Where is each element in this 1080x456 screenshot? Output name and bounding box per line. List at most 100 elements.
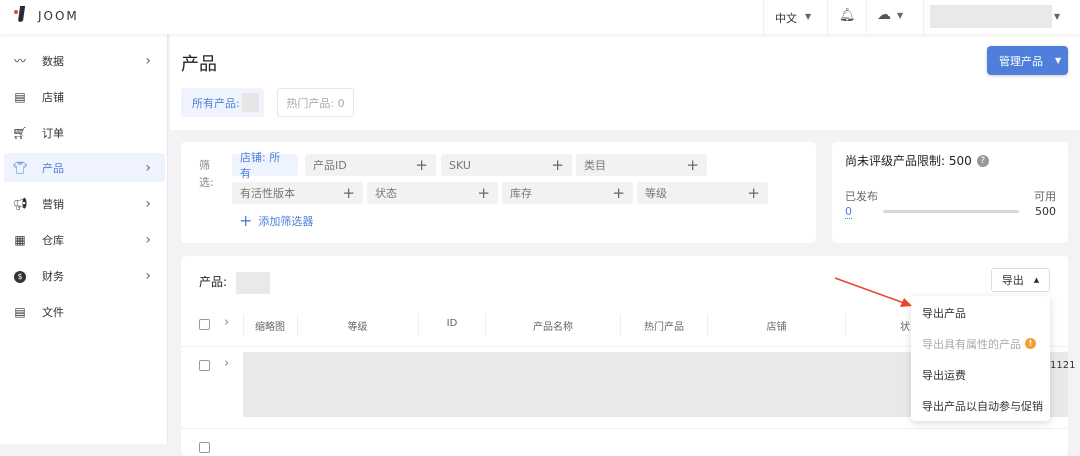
tab-hot-products[interactable]: 热门产品: 0	[277, 88, 354, 117]
cloud-download-button[interactable]: ☁ ▼	[877, 7, 903, 23]
chevron-right-icon: ›	[145, 159, 151, 176]
filter-chip-status[interactable]: 状态 +	[367, 182, 498, 204]
products-title: 产品:	[199, 275, 228, 289]
column-header-thumbnail[interactable]: 缩略图	[250, 318, 290, 333]
logo-dot-icon	[14, 10, 18, 14]
chip-label: 等级	[645, 187, 667, 200]
limit-progress-bar	[883, 210, 1019, 213]
cloud-download-icon: ☁	[877, 7, 891, 23]
chevron-right-icon: ›	[145, 231, 151, 248]
column-header-store[interactable]: 店铺	[709, 318, 844, 333]
available-label: 可用	[1034, 190, 1056, 203]
nav-label: 数据	[42, 54, 64, 68]
plus-icon: +	[342, 184, 355, 202]
manage-products-button[interactable]: 管理产品 ▼	[987, 46, 1068, 75]
nav-label: 仓库	[42, 233, 64, 247]
export-dropdown-menu: 导出产品 导出具有属性的产品! 导出运费 导出产品以自动参与促销	[911, 296, 1050, 421]
warning-icon[interactable]: !	[1025, 338, 1036, 349]
sidebar-item-files[interactable]: ▤ 文件	[4, 297, 165, 326]
chip-label: 状态	[375, 187, 397, 200]
help-icon[interactable]: ?	[976, 154, 989, 167]
filter-chip-product-id[interactable]: 产品ID +	[305, 154, 436, 176]
plus-icon: +	[612, 184, 625, 202]
chip-label: SKU	[449, 158, 471, 172]
button-label: 导出	[1001, 274, 1024, 287]
products-count-placeholder	[236, 272, 270, 294]
row-checkbox[interactable]	[199, 360, 210, 371]
unrated-limit-panel: 尚未评级产品限制: 500? 已发布 可用 0 500	[832, 142, 1068, 243]
filter-chip-stock[interactable]: 库存 +	[502, 182, 633, 204]
sidebar-item-finance[interactable]: $ 财务 ›	[4, 261, 165, 290]
plus-icon: +	[686, 156, 699, 174]
row-cell-text: 1121	[1050, 360, 1076, 371]
page-title: 产品	[181, 54, 217, 75]
bell-icon[interactable]: 🔔︎	[839, 8, 856, 23]
filter-chip-store[interactable]: 店铺: 所有	[232, 151, 298, 180]
dollar-icon: $	[12, 268, 28, 283]
user-account-placeholder[interactable]	[930, 5, 1052, 28]
column-header-grade[interactable]: 等级	[300, 318, 415, 333]
menu-item-export-shipping[interactable]: 导出运费	[911, 359, 1050, 390]
chevron-right-icon: ›	[145, 52, 151, 69]
chevron-right-icon: ›	[145, 195, 151, 212]
sidebar: 〰 数据 › ▤ 店铺 🛒︎ 订单 👕︎ 产品 › 📢︎ 营销 › ▦ 仓库 › $ 财务 › ▤ 文件	[0, 34, 168, 444]
chevron-right-icon: ›	[145, 267, 151, 284]
filter-chip-grade[interactable]: 等级 +	[637, 182, 768, 204]
document-icon: ▤	[14, 304, 26, 319]
published-count-link[interactable]: 0	[845, 205, 852, 219]
caret-down-icon: ▼	[1055, 56, 1062, 65]
sidebar-item-store[interactable]: ▤ 店铺	[4, 82, 165, 111]
filter-panel: 筛选: 店铺: 所有 产品ID + SKU + 类目 + 有活性版本 + 状态 + 库存 +…	[181, 142, 816, 243]
chip-label: 有活性版本	[240, 187, 295, 200]
plus-icon: +	[239, 211, 253, 230]
menu-item-export-with-attributes: 导出具有属性的产品!	[911, 328, 1050, 359]
filter-chip-active-version[interactable]: 有活性版本 +	[232, 182, 363, 204]
chip-label: 类目	[584, 159, 606, 172]
sidebar-item-marketing[interactable]: 📢︎ 营销 ›	[4, 189, 165, 218]
tab-label: 所有产品:	[192, 96, 240, 110]
button-label: 管理产品	[999, 54, 1043, 68]
menu-item-export-products[interactable]: 导出产品	[911, 297, 1050, 328]
top-bar: JOOM 中文 ▼ 🔔︎ ☁ ▼ ▼	[0, 0, 1080, 34]
add-filter-button[interactable]: + 添加筛选器	[239, 211, 313, 230]
sidebar-item-products[interactable]: 👕︎ 产品 ›	[4, 153, 165, 182]
tab-all-products[interactable]: 所有产品:	[181, 88, 264, 117]
caret-up-icon: ▲	[1033, 276, 1040, 284]
menu-item-export-promo[interactable]: 导出产品以自动参与促销	[911, 390, 1050, 421]
plus-icon: +	[551, 156, 564, 174]
caret-down-icon[interactable]: ▼	[1054, 12, 1060, 21]
sidebar-item-warehouse[interactable]: ▦ 仓库 ›	[4, 225, 165, 254]
plus-icon: +	[747, 184, 760, 202]
column-header-product-name[interactable]: 产品名称	[487, 318, 619, 333]
column-header-hot[interactable]: 热门产品	[622, 318, 706, 333]
add-filter-label: 添加筛选器	[258, 214, 314, 228]
nav-label: 产品	[42, 161, 64, 175]
language-select[interactable]: 中文 ▼	[775, 10, 811, 26]
chip-label: 产品ID	[313, 159, 347, 172]
published-label: 已发布	[845, 190, 878, 203]
column-header-id[interactable]: ID	[420, 318, 484, 329]
chart-line-icon: 〰	[13, 54, 26, 68]
logo-icon	[17, 6, 26, 22]
annotation-arrow-icon	[834, 277, 912, 307]
sidebar-item-orders[interactable]: 🛒︎ 订单	[4, 118, 165, 147]
limit-title: 尚未评级产品限制: 500	[845, 154, 972, 168]
filter-chip-sku[interactable]: SKU +	[441, 154, 572, 176]
plus-icon: +	[415, 156, 428, 174]
filter-chip-category[interactable]: 类目 +	[576, 154, 707, 176]
export-button[interactable]: 导出 ▲	[991, 268, 1050, 292]
tshirt-icon: 👕︎	[12, 160, 28, 175]
plus-icon: +	[477, 184, 490, 202]
chip-label: 库存	[510, 187, 532, 200]
sidebar-item-data[interactable]: 〰 数据 ›	[4, 46, 165, 75]
cart-icon: 🛒︎	[12, 125, 28, 140]
expand-row-icon[interactable]: ›	[224, 356, 229, 371]
store-icon: ▤	[14, 89, 26, 104]
select-all-checkbox[interactable]	[199, 319, 210, 330]
nav-label: 订单	[42, 126, 64, 140]
megaphone-icon: 📢︎	[12, 196, 28, 211]
expand-all-icon[interactable]: ›	[224, 315, 229, 330]
nav-label: 店铺	[42, 90, 64, 104]
caret-down-icon: ▼	[805, 12, 812, 21]
menu-label: 导出具有属性的产品	[922, 337, 1021, 351]
